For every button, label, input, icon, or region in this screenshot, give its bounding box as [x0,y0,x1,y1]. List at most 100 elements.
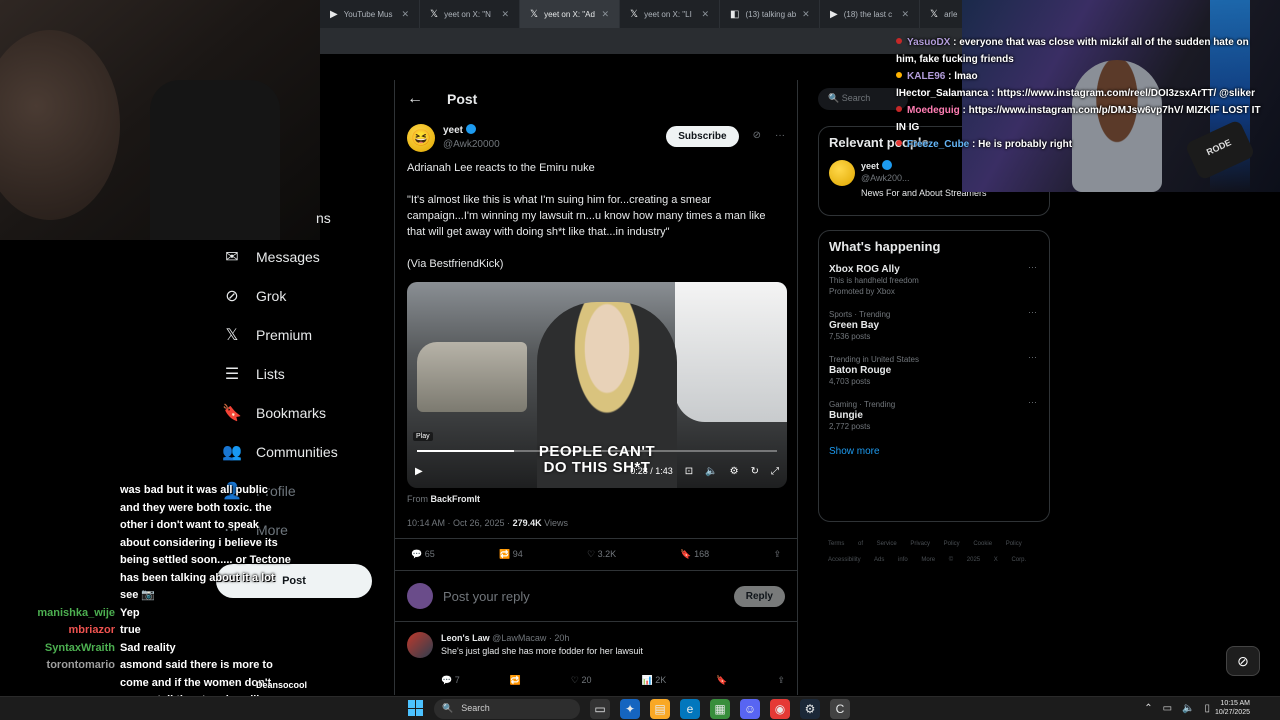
sidebar-item-bookmarks[interactable]: 🔖 Bookmarks [222,393,392,432]
browser-tab[interactable]: ▶ YouTube Mus ✕ [320,0,420,28]
sidebar-item-premium[interactable]: 𝕏 Premium [222,315,392,354]
close-icon[interactable]: ✕ [901,9,909,20]
play-icon[interactable]: ▶ [415,466,423,477]
chat-username[interactable] [0,570,120,588]
video-time: 0:28 / 1:43 [630,466,673,476]
expand-icon[interactable]: ⊘ [1226,646,1260,676]
chat-username[interactable] [0,517,120,535]
reply-author-name[interactable]: Leon's Law [441,633,490,643]
store-icon[interactable]: ▦ [710,699,730,719]
file-explorer-icon[interactable]: ▤ [650,699,670,719]
more-options-icon[interactable]: ··· [1028,352,1037,363]
chat-username[interactable]: Freeze_Cube [907,139,969,150]
battery-icon[interactable]: ▯ [1204,703,1210,714]
trend-item[interactable]: Sports · Trending Green Bay 7,536 posts ··· [819,303,1049,348]
chat-username[interactable] [0,675,120,693]
network-icon[interactable]: ▭ [1163,703,1172,714]
reply-button[interactable]: Reply [733,585,785,607]
more-options-icon[interactable]: ··· [775,130,785,141]
chat-username[interactable]: torontomario [0,657,120,675]
discord-icon[interactable]: ☺ [740,699,760,719]
sidebar-item-lists[interactable]: ☰ Lists [222,354,392,393]
windows-start-icon[interactable] [408,700,424,716]
steam-icon[interactable]: ⚙ [800,699,820,719]
reply-action[interactable]: 💬 65 [411,549,435,560]
reply-author-handle[interactable]: @LawMacaw · 20h [492,633,569,643]
chat-username[interactable]: KALE96 [907,71,945,82]
close-icon[interactable]: ✕ [802,9,810,20]
close-icon[interactable]: ✕ [701,9,709,20]
grok-icon[interactable]: ⊘ [753,130,761,141]
share-icon[interactable]: ⇪ [773,549,781,560]
more-options-icon[interactable]: ··· [1028,307,1037,318]
reply-share-icon[interactable]: ⇪ [777,674,785,687]
search-input[interactable]: 🔍 Search [818,88,908,110]
chat-username[interactable] [0,482,120,500]
more-options-icon[interactable]: ··· [1028,262,1037,273]
chat-username[interactable]: manishka_wije [0,605,120,623]
reply-tweet[interactable]: Leon's Law @LawMacaw · 20h She's just gl… [395,622,797,697]
app-icon[interactable]: C [830,699,850,719]
captions-icon[interactable]: ⊡ [685,466,693,477]
settings-icon[interactable]: ⚙ [730,466,739,477]
chevron-up-icon[interactable]: ⌃ [1144,703,1152,714]
edge-icon[interactable]: e [680,699,700,719]
chat-username[interactable]: Moedeguig [907,105,960,116]
browser-tab[interactable]: 𝕏yeet on X: "Ad ✕ [520,0,620,28]
bookmark-action[interactable]: 🔖 168 [680,549,709,560]
sidebar-item-messages[interactable]: ✉ Messages [222,237,392,276]
trend-item[interactable]: Xbox ROG Ally This is handheld freedom Pro… [819,258,1049,303]
post-timestamp[interactable]: 10:14 AM · Oct 26, 2025 · [407,518,510,528]
trend-item[interactable]: Trending in United States Baton Rouge 4,70… [819,348,1049,393]
subscribe-button[interactable]: Subscribe [666,126,739,147]
volume-icon[interactable]: 🔈 [1182,703,1194,714]
reply-repost-action[interactable]: 🔁 [510,674,521,687]
video-progress-bar[interactable] [417,450,777,452]
browser-tab[interactable]: 𝕏yeet on X: "N ✕ [420,0,520,28]
close-icon[interactable]: ✕ [501,9,509,20]
trend-item[interactable]: Gaming · Trending Bungie 2,772 posts ··· [819,393,1049,438]
author-name[interactable]: yeet [443,125,463,136]
more-options-icon[interactable]: ··· [1028,397,1037,408]
chat-username[interactable] [0,552,120,570]
avatar[interactable]: 😆 [407,124,435,152]
replay-icon[interactable]: ↻ [751,466,759,477]
taskbar-search[interactable]: 🔍 Search [434,699,580,719]
reply-bookmark-icon[interactable]: 🔖 [716,674,727,687]
task-view-icon[interactable]: ▭ [590,699,610,719]
author-handle[interactable]: @Awk20000 [443,138,658,152]
reply-like-action[interactable]: ♡ 20 [571,674,592,687]
footer-links[interactable]: Terms of Service Privacy Policy Cookie P… [828,536,1050,568]
reply-input[interactable]: Post your reply [443,589,724,604]
back-arrow-icon[interactable]: ← [407,90,423,108]
browser-tab[interactable]: 𝕏yeet on X: "LI ✕ [620,0,720,28]
repost-action[interactable]: 🔁 94 [499,549,523,560]
from-source-link[interactable]: BackFromIt [431,494,481,504]
chat-username[interactable] [0,587,120,605]
fullscreen-icon[interactable]: ⤢ [771,466,779,477]
chat-username[interactable]: SyntaxWraith [0,640,120,658]
relevant-person-name[interactable]: yeet [861,161,879,171]
chat-username[interactable] [0,535,120,553]
sidebar-item-communities[interactable]: 👥 Communities [222,432,392,471]
avatar[interactable] [829,160,855,186]
browser-tab[interactable]: ◧ (13) talking ab ✕ [720,0,820,28]
chat-username[interactable] [0,500,120,518]
close-icon[interactable]: ✕ [601,9,609,20]
show-more-link[interactable]: Show more [819,438,1049,467]
sidebar-item-grok[interactable]: ⊘ Grok [222,276,392,315]
chat-username[interactable]: lHector_Salamanca [896,88,988,99]
reply-views-action[interactable]: 📊 2K [642,674,667,687]
close-icon[interactable]: ✕ [401,9,409,20]
like-action[interactable]: ♡ 3.2K [587,549,616,560]
reply-reply-action[interactable]: 💬 7 [441,674,460,687]
volume-icon[interactable]: 🔈 [705,466,717,477]
chat-username[interactable]: mbriazor [0,622,120,640]
chrome-icon[interactable]: ◉ [770,699,790,719]
avatar[interactable] [407,632,433,658]
taskbar-clock[interactable]: 10:15 AM 10/27/2025 [1215,699,1250,717]
browser-tab[interactable]: ▶ (18) the last c ✕ [820,0,920,28]
chat-username[interactable]: YasuoDX [907,37,950,48]
video-player[interactable]: Play PEOPLE CAN'T DO THIS SH*T ▶ 0:28 / … [407,282,787,488]
copilot-icon[interactable]: ✦ [620,699,640,719]
